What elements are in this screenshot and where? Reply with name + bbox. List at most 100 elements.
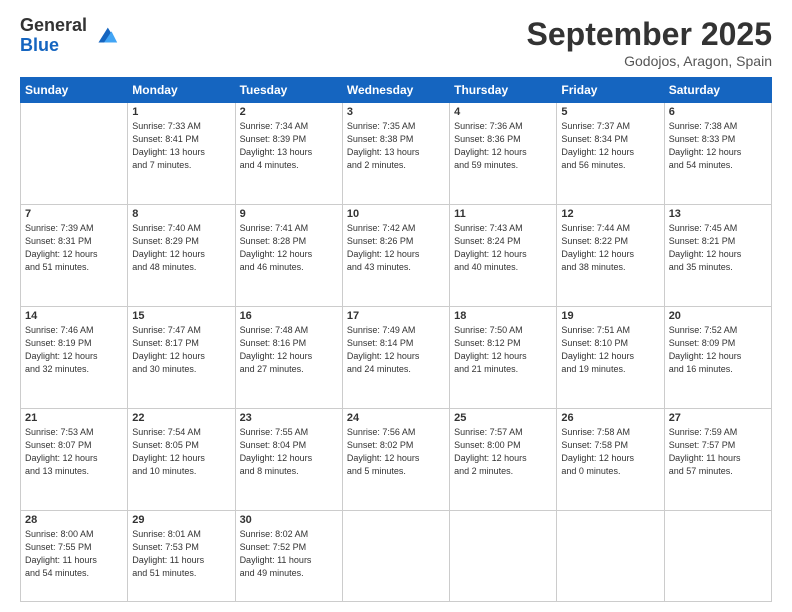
calendar-cell: 3 Sunrise: 7:35 AMSunset: 8:38 PMDaylight… (342, 103, 449, 205)
calendar-cell: 15 Sunrise: 7:47 AMSunset: 8:17 PMDayligh… (128, 306, 235, 408)
day-info: Sunrise: 7:45 AMSunset: 8:21 PMDaylight:… (669, 222, 767, 274)
calendar-cell: 25 Sunrise: 7:57 AMSunset: 8:00 PMDayligh… (450, 408, 557, 510)
calendar-cell: 12 Sunrise: 7:44 AMSunset: 8:22 PMDayligh… (557, 204, 664, 306)
calendar-cell: 8 Sunrise: 7:40 AMSunset: 8:29 PMDaylight… (128, 204, 235, 306)
day-info: Sunrise: 7:58 AMSunset: 7:58 PMDaylight:… (561, 426, 659, 478)
month-title: September 2025 (527, 16, 772, 53)
day-number: 1 (132, 106, 230, 118)
day-number: 24 (347, 412, 445, 424)
day-info: Sunrise: 7:42 AMSunset: 8:26 PMDaylight:… (347, 222, 445, 274)
calendar-cell: 9 Sunrise: 7:41 AMSunset: 8:28 PMDaylight… (235, 204, 342, 306)
calendar-table: SundayMondayTuesdayWednesdayThursdayFrid… (20, 77, 772, 602)
calendar-week-2: 14 Sunrise: 7:46 AMSunset: 8:19 PMDayligh… (21, 306, 772, 408)
calendar-week-4: 28Sunrise: 8:00 AMSunset: 7:55 PMDayligh… (21, 510, 772, 601)
calendar-header-monday: Monday (128, 78, 235, 103)
day-number: 12 (561, 208, 659, 220)
day-info: Sunrise: 7:34 AMSunset: 8:39 PMDaylight:… (240, 120, 338, 172)
day-info: Sunrise: 7:55 AMSunset: 8:04 PMDaylight:… (240, 426, 338, 478)
day-info: Sunrise: 7:52 AMSunset: 8:09 PMDaylight:… (669, 324, 767, 376)
day-number: 3 (347, 106, 445, 118)
calendar-cell: 24 Sunrise: 7:56 AMSunset: 8:02 PMDayligh… (342, 408, 449, 510)
calendar-cell: 14 Sunrise: 7:46 AMSunset: 8:19 PMDayligh… (21, 306, 128, 408)
day-info: Sunrise: 7:37 AMSunset: 8:34 PMDaylight:… (561, 120, 659, 172)
day-info: Sunrise: 7:40 AMSunset: 8:29 PMDaylight:… (132, 222, 230, 274)
calendar-header-friday: Friday (557, 78, 664, 103)
day-number: 9 (240, 208, 338, 220)
calendar-cell: 10 Sunrise: 7:42 AMSunset: 8:26 PMDayligh… (342, 204, 449, 306)
day-number: 10 (347, 208, 445, 220)
logo: General Blue (20, 16, 119, 56)
day-number: 5 (561, 106, 659, 118)
calendar-cell: 5 Sunrise: 7:37 AMSunset: 8:34 PMDaylight… (557, 103, 664, 205)
calendar-cell: 18 Sunrise: 7:50 AMSunset: 8:12 PMDayligh… (450, 306, 557, 408)
day-number: 11 (454, 208, 552, 220)
logo-text: General Blue (20, 16, 87, 56)
header: General Blue September 2025 Godojos, Ara… (20, 16, 772, 69)
day-info: Sunrise: 7:38 AMSunset: 8:33 PMDaylight:… (669, 120, 767, 172)
day-number: 7 (25, 208, 123, 220)
day-number: 14 (25, 310, 123, 322)
day-number: 25 (454, 412, 552, 424)
day-info: Sunrise: 8:01 AMSunset: 7:53 PMDaylight:… (132, 528, 230, 580)
calendar-cell: 22Sunrise: 7:54 AMSunset: 8:05 PMDayligh… (128, 408, 235, 510)
calendar-week-3: 21Sunrise: 7:53 AMSunset: 8:07 PMDayligh… (21, 408, 772, 510)
day-info: Sunrise: 7:48 AMSunset: 8:16 PMDaylight:… (240, 324, 338, 376)
day-info: Sunrise: 7:44 AMSunset: 8:22 PMDaylight:… (561, 222, 659, 274)
day-number: 29 (132, 514, 230, 526)
day-number: 22 (132, 412, 230, 424)
day-number: 18 (454, 310, 552, 322)
day-info: Sunrise: 7:33 AMSunset: 8:41 PMDaylight:… (132, 120, 230, 172)
calendar-cell: 2 Sunrise: 7:34 AMSunset: 8:39 PMDaylight… (235, 103, 342, 205)
day-number: 26 (561, 412, 659, 424)
day-info: Sunrise: 7:46 AMSunset: 8:19 PMDaylight:… (25, 324, 123, 376)
calendar-cell: 29 Sunrise: 8:01 AMSunset: 7:53 PMDayligh… (128, 510, 235, 601)
day-number: 16 (240, 310, 338, 322)
calendar-header-thursday: Thursday (450, 78, 557, 103)
day-info: Sunrise: 7:35 AMSunset: 8:38 PMDaylight:… (347, 120, 445, 172)
day-number: 19 (561, 310, 659, 322)
day-number: 15 (132, 310, 230, 322)
day-number: 4 (454, 106, 552, 118)
calendar-header-wednesday: Wednesday (342, 78, 449, 103)
calendar-week-0: 1 Sunrise: 7:33 AMSunset: 8:41 PMDaylight… (21, 103, 772, 205)
calendar-cell (21, 103, 128, 205)
calendar-cell (664, 510, 771, 601)
day-info: Sunrise: 7:47 AMSunset: 8:17 PMDaylight:… (132, 324, 230, 376)
calendar-cell: 17Sunrise: 7:49 AMSunset: 8:14 PMDayligh… (342, 306, 449, 408)
day-info: Sunrise: 7:36 AMSunset: 8:36 PMDaylight:… (454, 120, 552, 172)
logo-blue: Blue (20, 36, 87, 56)
calendar-cell: 26 Sunrise: 7:58 AMSunset: 7:58 PMDayligh… (557, 408, 664, 510)
calendar-week-1: 7Sunrise: 7:39 AMSunset: 8:31 PMDaylight… (21, 204, 772, 306)
calendar-cell (342, 510, 449, 601)
logo-general: General (20, 16, 87, 36)
calendar-cell: 11 Sunrise: 7:43 AMSunset: 8:24 PMDayligh… (450, 204, 557, 306)
day-number: 13 (669, 208, 767, 220)
calendar-cell: 21Sunrise: 7:53 AMSunset: 8:07 PMDayligh… (21, 408, 128, 510)
calendar-header-row: SundayMondayTuesdayWednesdayThursdayFrid… (21, 78, 772, 103)
day-number: 8 (132, 208, 230, 220)
day-number: 28 (25, 514, 123, 526)
day-info: Sunrise: 7:59 AMSunset: 7:57 PMDaylight:… (669, 426, 767, 478)
day-number: 20 (669, 310, 767, 322)
day-info: Sunrise: 7:43 AMSunset: 8:24 PMDaylight:… (454, 222, 552, 274)
day-number: 27 (669, 412, 767, 424)
location: Godojos, Aragon, Spain (527, 53, 772, 69)
calendar-cell (557, 510, 664, 601)
day-number: 2 (240, 106, 338, 118)
day-info: Sunrise: 7:56 AMSunset: 8:02 PMDaylight:… (347, 426, 445, 478)
day-info: Sunrise: 7:41 AMSunset: 8:28 PMDaylight:… (240, 222, 338, 274)
day-info: Sunrise: 7:51 AMSunset: 8:10 PMDaylight:… (561, 324, 659, 376)
calendar-cell: 13 Sunrise: 7:45 AMSunset: 8:21 PMDayligh… (664, 204, 771, 306)
calendar-cell: 4 Sunrise: 7:36 AMSunset: 8:36 PMDaylight… (450, 103, 557, 205)
day-number: 30 (240, 514, 338, 526)
title-block: September 2025 Godojos, Aragon, Spain (527, 16, 772, 69)
day-info: Sunrise: 7:57 AMSunset: 8:00 PMDaylight:… (454, 426, 552, 478)
day-info: Sunrise: 7:50 AMSunset: 8:12 PMDaylight:… (454, 324, 552, 376)
calendar-header-saturday: Saturday (664, 78, 771, 103)
calendar-cell: 23 Sunrise: 7:55 AMSunset: 8:04 PMDayligh… (235, 408, 342, 510)
calendar-cell: 27 Sunrise: 7:59 AMSunset: 7:57 PMDayligh… (664, 408, 771, 510)
calendar-header-sunday: Sunday (21, 78, 128, 103)
day-number: 23 (240, 412, 338, 424)
calendar-cell: 7Sunrise: 7:39 AMSunset: 8:31 PMDaylight… (21, 204, 128, 306)
logo-icon (91, 22, 119, 50)
